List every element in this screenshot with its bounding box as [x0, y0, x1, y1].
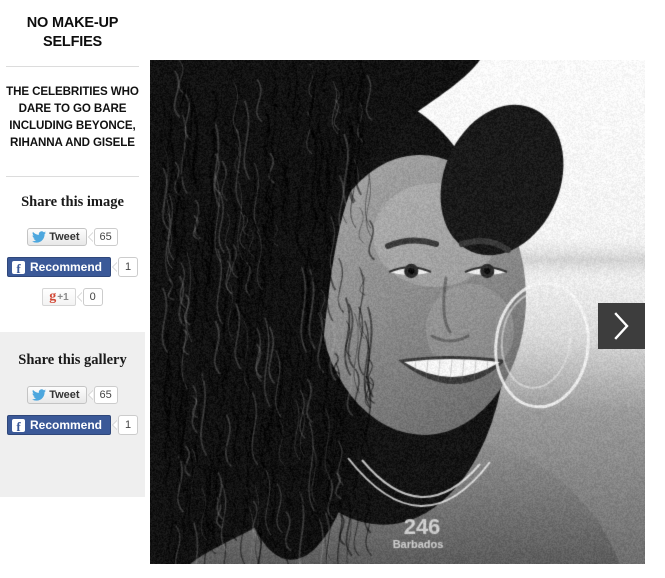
googleplus-count-wrap: 0 [83, 288, 103, 306]
gallery-facebook-recommend-button[interactable]: f Recommend [7, 415, 111, 435]
gallery-facebook-recommend-label: Recommend [30, 418, 102, 432]
facebook-recommend-button[interactable]: f Recommend [7, 257, 111, 277]
share-image-title: Share this image [0, 194, 145, 211]
google-plus-label: +1 [57, 292, 68, 303]
share-gallery-title: Share this gallery [0, 352, 145, 369]
gallery-photo-stage [150, 60, 645, 564]
share-image-tweet-row: Tweet 65 [0, 228, 145, 246]
twitter-bird-icon [32, 389, 46, 401]
google-plus-icon: g [49, 290, 56, 304]
facebook-recommend-label: Recommend [30, 260, 102, 274]
google-plus-button[interactable]: g +1 [42, 288, 75, 306]
facebook-f-icon: f [12, 419, 25, 432]
tweet-button-label: Tweet [49, 231, 79, 243]
page-title: NO MAKE-UP SELFIES [0, 0, 145, 52]
share-image-divider [6, 176, 139, 177]
gallery-photo [150, 60, 645, 564]
googleplus-count[interactable]: 0 [83, 288, 103, 306]
gallery-tweet-button[interactable]: Tweet [27, 386, 86, 404]
facebook-count-wrap: 1 [118, 257, 138, 277]
chevron-right-icon [598, 303, 645, 349]
share-gallery-facebook-row: f Recommend 1 [0, 415, 145, 435]
tweet-count-wrap: 65 [94, 228, 118, 246]
gallery-facebook-count-wrap: 1 [118, 415, 138, 435]
share-gallery-panel: Share this gallery Tweet 65 f Recommend … [0, 332, 145, 497]
gallery-tweet-count-wrap: 65 [94, 386, 118, 404]
share-image-panel: Share this image Tweet 65 f Recommend 1 … [0, 176, 145, 306]
gallery-tweet-count[interactable]: 65 [94, 386, 118, 404]
share-gallery-tweet-row: Tweet 65 [0, 386, 145, 404]
standfirst-text: THE CELEBRITIES WHO DARE TO GO BARE INCL… [0, 67, 145, 151]
facebook-f-icon: f [12, 261, 25, 274]
twitter-bird-icon [32, 231, 46, 243]
tweet-count[interactable]: 65 [94, 228, 118, 246]
tweet-button[interactable]: Tweet [27, 228, 86, 246]
gallery-facebook-count[interactable]: 1 [118, 415, 138, 435]
facebook-count[interactable]: 1 [118, 257, 138, 277]
share-image-facebook-row: f Recommend 1 [0, 257, 145, 277]
next-image-button[interactable] [598, 303, 645, 349]
share-image-googleplus-row: g +1 0 [0, 288, 145, 306]
gallery-tweet-button-label: Tweet [49, 389, 79, 401]
